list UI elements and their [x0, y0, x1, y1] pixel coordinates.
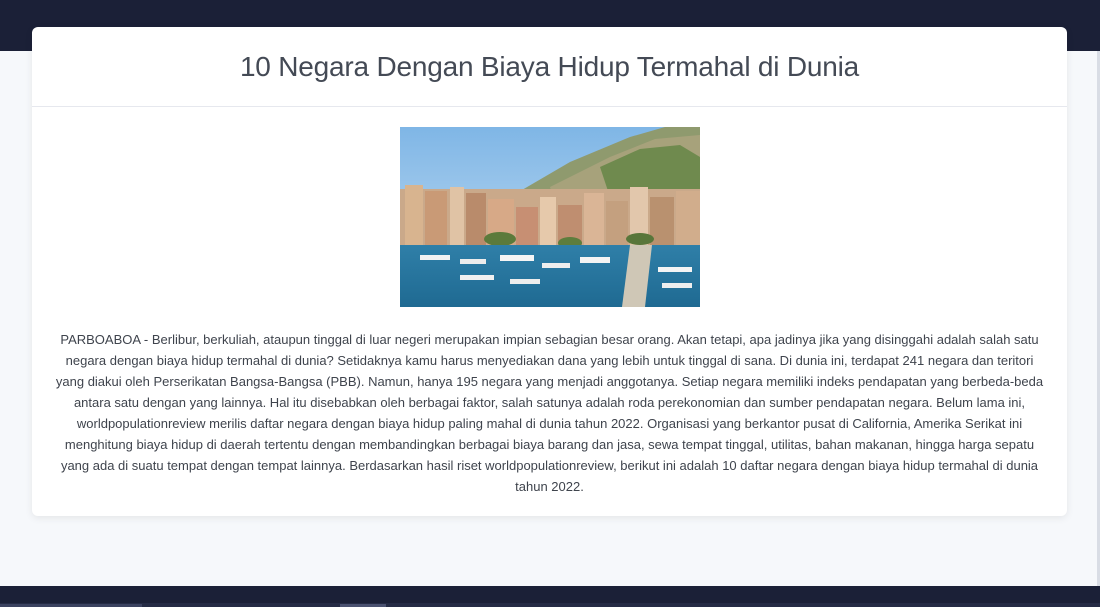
article-title: 10 Negara Dengan Biaya Hidup Termahal di…	[239, 50, 860, 82]
article-card: 10 Negara Dengan Biaya Hidup Termahal di…	[32, 27, 1067, 516]
article-body-text: PARBOABOA - Berlibur, berkuliah, ataupun…	[55, 332, 1044, 494]
article-hero-image	[400, 127, 700, 307]
footer-strip	[0, 603, 1100, 607]
article-header: 10 Negara Dengan Biaya Hidup Termahal di…	[32, 27, 1067, 107]
